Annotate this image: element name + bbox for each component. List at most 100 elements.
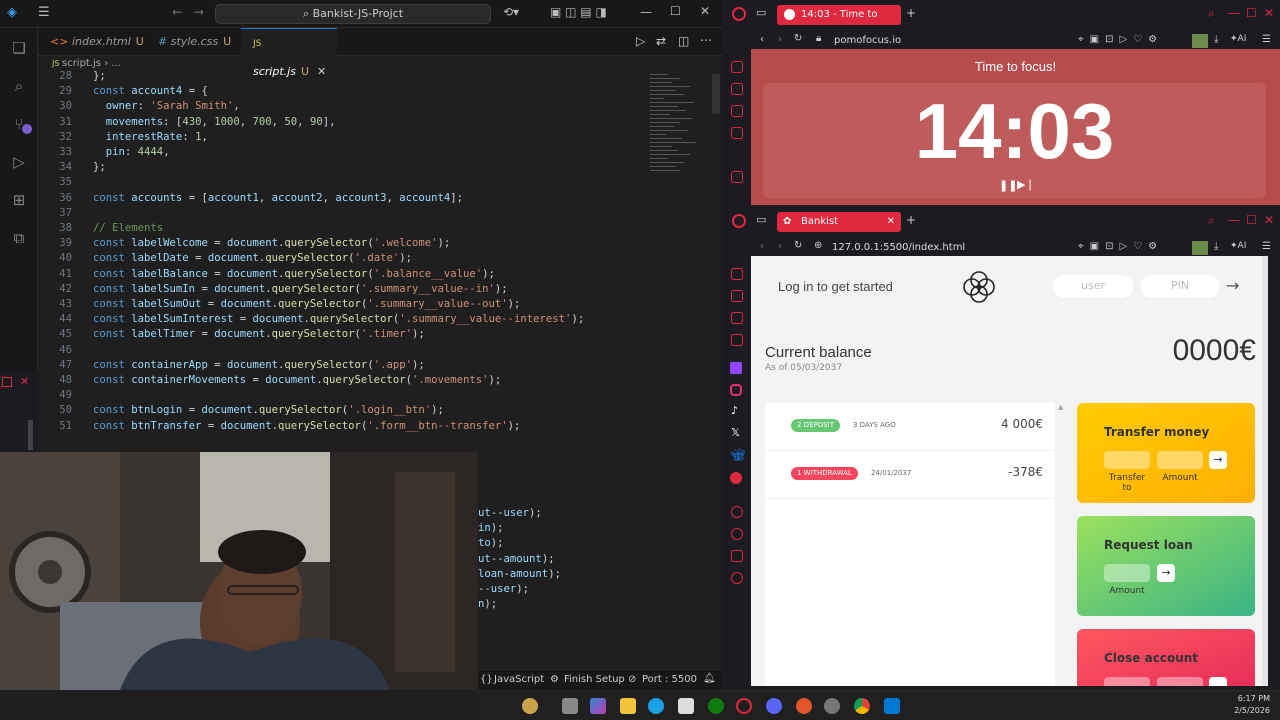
copilot-icon[interactable]: ⟲▾ bbox=[503, 5, 519, 19]
twitch-icon[interactable] bbox=[730, 362, 742, 374]
tab-style-css[interactable]: # style.css U bbox=[146, 28, 241, 56]
movements-list[interactable]: 2 deposit 3 days ago 4 000€ 1 withdrawal… bbox=[765, 403, 1063, 686]
new-tab-icon[interactable]: + bbox=[906, 6, 916, 20]
scrollbar[interactable] bbox=[712, 74, 720, 114]
breadcrumb-more[interactable]: ... bbox=[111, 58, 121, 69]
scrollbar[interactable] bbox=[28, 420, 33, 450]
loan-button[interactable]: → bbox=[1157, 564, 1175, 582]
code-line[interactable]: 41 const labelBalance = document.querySel… bbox=[38, 268, 648, 283]
code-line[interactable]: 36 const accounts = [account1, account2, … bbox=[38, 192, 648, 207]
opera-logo-icon[interactable] bbox=[732, 7, 746, 21]
back-icon[interactable]: ‹ bbox=[760, 241, 764, 252]
download-icon[interactable]: ⤓ bbox=[1214, 241, 1218, 252]
menu-icon[interactable]: ☰ bbox=[1262, 241, 1271, 252]
bluesky-icon[interactable]: 🦋︎ bbox=[730, 448, 745, 462]
sidebar-item-icon[interactable] bbox=[731, 127, 743, 139]
scroll-up-icon[interactable]: ▲ bbox=[1058, 403, 1063, 411]
code-line[interactable]: 42 const labelSumIn = document.querySelec… bbox=[38, 283, 648, 298]
split-editor-icon[interactable]: ◫ bbox=[678, 34, 689, 48]
forward-icon[interactable]: › bbox=[778, 34, 782, 45]
close-button[interactable] bbox=[1209, 677, 1227, 686]
remote-icon[interactable]: ⧉ bbox=[9, 228, 29, 248]
opera-icon[interactable] bbox=[736, 698, 752, 714]
close-user-input[interactable] bbox=[1104, 677, 1150, 686]
code-line[interactable]: 35 bbox=[38, 176, 648, 191]
code-line[interactable]: 39 const labelWelcome = document.querySel… bbox=[38, 237, 648, 252]
login-pin-input[interactable]: PIN bbox=[1140, 275, 1220, 298]
close-icon[interactable]: ✕ bbox=[20, 375, 29, 388]
code-line[interactable]: 49 bbox=[38, 389, 648, 404]
close-icon[interactable]: ✕ bbox=[1264, 213, 1274, 227]
ai-button[interactable]: ✦AI bbox=[1230, 241, 1246, 251]
ai-button[interactable]: ✦AI bbox=[1230, 34, 1246, 44]
close-icon[interactable]: ✕ bbox=[1264, 6, 1274, 20]
sidebar-item-icon[interactable] bbox=[731, 61, 743, 73]
skip-icon[interactable]: ▶❘ bbox=[1017, 178, 1035, 191]
explorer-icon[interactable]: ❏ bbox=[9, 38, 29, 58]
code-line[interactable]: 28}; bbox=[38, 70, 648, 85]
tab-manager-icon[interactable]: ▭ bbox=[756, 6, 766, 19]
minimize-icon[interactable]: — bbox=[1228, 213, 1240, 227]
reload-icon[interactable]: ↻ bbox=[794, 33, 802, 44]
discord-icon[interactable] bbox=[766, 698, 782, 714]
copilot-icon[interactable] bbox=[590, 698, 606, 714]
opera-player-icon[interactable] bbox=[730, 472, 742, 484]
code-line[interactable]: 45 const labelTimer = document.querySelec… bbox=[38, 328, 648, 343]
status-language[interactable]: JavaScript bbox=[494, 674, 544, 685]
clock-date[interactable]: 2/5/2026 bbox=[1220, 706, 1270, 715]
chrome-icon[interactable] bbox=[854, 698, 870, 714]
sidebar-item-icon[interactable] bbox=[731, 550, 743, 562]
steam-icon[interactable] bbox=[824, 698, 840, 714]
search-icon[interactable]: ⌕ bbox=[1208, 213, 1215, 228]
code-line[interactable]: 51 const btnTransfer = document.querySele… bbox=[38, 420, 648, 435]
sidebar-item-icon[interactable] bbox=[731, 290, 743, 302]
store-icon[interactable] bbox=[678, 698, 694, 714]
close-tab-icon[interactable]: ✕ bbox=[887, 212, 895, 232]
layout-icon[interactable]: ▣ ◫ ▤ ◨ bbox=[550, 5, 607, 19]
forward-icon[interactable]: › bbox=[778, 241, 782, 252]
profile-avatar[interactable] bbox=[1192, 34, 1208, 48]
sidebar-item-icon[interactable] bbox=[731, 105, 743, 117]
code-line[interactable]: 50 const btnLogin = document.querySelecto… bbox=[38, 404, 648, 419]
edge-icon[interactable] bbox=[648, 698, 664, 714]
login-user-input[interactable]: user bbox=[1053, 275, 1133, 298]
file-explorer-icon[interactable] bbox=[620, 698, 636, 714]
url-field[interactable]: pomofocus.io bbox=[834, 35, 901, 46]
tab-pomofocus[interactable]: 14:03 - Time to focus!✕ bbox=[777, 5, 901, 40]
run-debug-icon[interactable]: ▷ bbox=[9, 152, 29, 172]
reload-icon[interactable]: ↻ bbox=[794, 240, 802, 251]
code-line[interactable]: 37 bbox=[38, 207, 648, 222]
minimize-icon[interactable]: — bbox=[1228, 6, 1240, 20]
maximize-icon[interactable]: ☐ bbox=[1246, 6, 1257, 20]
sidebar-item-icon[interactable] bbox=[731, 268, 743, 280]
tiktok-icon[interactable]: ♪ bbox=[731, 404, 738, 417]
code-line[interactable]: 34}; bbox=[38, 161, 648, 176]
instagram-icon[interactable] bbox=[730, 384, 742, 396]
code-line[interactable]: 33 pin: 4444, bbox=[38, 146, 648, 161]
transfer-button[interactable]: → bbox=[1209, 451, 1227, 469]
code-line[interactable]: 38 // Elements bbox=[38, 222, 648, 237]
sidebar-item-icon[interactable] bbox=[731, 506, 743, 518]
widgets-icon[interactable] bbox=[522, 698, 538, 714]
login-button[interactable]: → bbox=[1226, 276, 1239, 295]
back-icon[interactable]: ‹ bbox=[760, 34, 764, 45]
task-view-icon[interactable] bbox=[562, 698, 578, 714]
tab-index-html[interactable]: <> index.html U bbox=[38, 28, 146, 56]
command-search[interactable]: ⌕ Bankist-JS-Projct bbox=[215, 4, 491, 24]
transfer-amount-input[interactable] bbox=[1157, 451, 1203, 469]
download-icon[interactable]: ⤓ bbox=[1214, 34, 1218, 45]
code-line[interactable]: 31 movements: [430, 1000, 700, 50, 90], bbox=[38, 116, 648, 131]
sidebar-item-icon[interactable] bbox=[731, 312, 743, 324]
sidebar-item-icon[interactable] bbox=[731, 528, 743, 540]
page-scrollbar[interactable] bbox=[1262, 256, 1268, 686]
breadcrumb-file[interactable]: script.js bbox=[62, 58, 101, 69]
new-tab-icon[interactable]: + bbox=[906, 213, 916, 227]
close-icon[interactable]: ✕ bbox=[700, 4, 710, 18]
vscode-icon[interactable] bbox=[884, 698, 900, 714]
forward-icon[interactable]: → bbox=[194, 5, 204, 19]
maximize-icon[interactable]: ☐ bbox=[1246, 213, 1257, 227]
settings-icon[interactable] bbox=[731, 572, 743, 584]
breadcrumb[interactable]: JS script.js › ... bbox=[52, 58, 121, 69]
xbox-icon[interactable] bbox=[708, 698, 724, 714]
code-line[interactable]: 30 owner: 'Sarah Smith', bbox=[38, 100, 648, 115]
